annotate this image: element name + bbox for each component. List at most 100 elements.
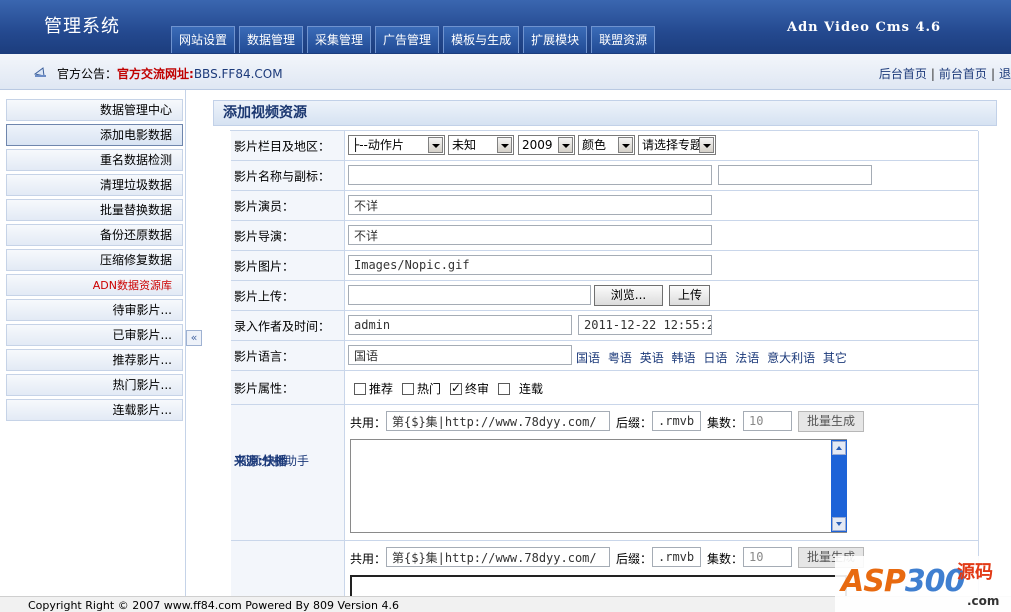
year-select-value: 2009 [522, 138, 553, 152]
row-body: 推荐 热门 终审 连载 [346, 371, 979, 404]
nav-tab-ads[interactable]: 广告管理 [375, 26, 440, 53]
serialized-checkbox[interactable]: 连载 [498, 380, 543, 397]
app-title: 管理系统 [44, 16, 120, 37]
logo-brand-b: 300 [904, 564, 966, 599]
image-path-input[interactable] [348, 255, 712, 275]
language-option-link[interactable]: 其它 [823, 351, 847, 365]
sidebar-item-compact-repair[interactable]: 压缩修复数据 [6, 249, 183, 271]
nav-tab-collection[interactable]: 采集管理 [307, 26, 372, 53]
time-input[interactable] [578, 315, 712, 335]
row-category: 影片栏目及地区： ├--动作片 未知 2009 颜色 请选择专题 [231, 131, 979, 161]
notice-bar: 官方公告：官方交流网址:BBS.FF84.COM 后台首页 | 前台首页 | 退 [0, 54, 1011, 90]
video-analysis-helper-link[interactable]: 视频分析助手 [237, 451, 309, 471]
logo-brand-cn: 源码 [957, 562, 993, 583]
nav-tab-templates[interactable]: 模板与生成 [443, 26, 520, 53]
language-option-link[interactable]: 韩语 [672, 351, 696, 365]
author-label: 录入作者及时间： [234, 319, 331, 333]
row-label: 影片属性： [231, 371, 345, 404]
topic-select[interactable]: 请选择专题 [638, 135, 716, 155]
category-select-value: ├--动作片 [352, 138, 404, 152]
row-body: 国语 粤语 英语 韩语 日语 法语 意大利语 其它 [346, 341, 979, 370]
language-option-link[interactable]: 日语 [703, 351, 727, 365]
collapse-sidebar-button[interactable]: « [186, 330, 202, 346]
sidebar-item-clean-junk[interactable]: 清理垃圾数据 [6, 174, 183, 196]
category-select[interactable]: ├--动作片 [348, 135, 445, 155]
front-home-link[interactable]: 前台首页 [939, 67, 987, 81]
sidebar-item-backup-restore[interactable]: 备份还原数据 [6, 224, 183, 246]
director-input[interactable] [348, 225, 712, 245]
row-body: ├--动作片 未知 2009 颜色 请选择专题 [346, 131, 979, 160]
logout-link[interactable]: 退 [999, 67, 1011, 81]
nav-tab-extensions[interactable]: 扩展模块 [523, 26, 588, 53]
language-option-link[interactable]: 国语 [576, 351, 600, 365]
upload-file-input[interactable] [348, 285, 591, 305]
sidebar-item-adn-library[interactable]: ADN数据资源库 [6, 274, 183, 296]
nav-tab-alliance[interactable]: 联盟资源 [591, 26, 656, 53]
episode-count-input[interactable] [743, 547, 792, 567]
scroll-down-icon[interactable] [832, 517, 846, 531]
recommend-checkbox[interactable]: 推荐 [354, 380, 393, 397]
recommend-checkbox-label: 推荐 [369, 382, 394, 396]
checkbox-checked-icon [450, 381, 462, 395]
suffix-input[interactable] [652, 411, 701, 431]
popular-checkbox[interactable]: 热门 [402, 380, 441, 397]
movie-subtitle-input[interactable] [718, 165, 872, 185]
dropdown-arrow-icon [497, 137, 512, 153]
color-select[interactable]: 颜色 [578, 135, 635, 155]
language-option-link[interactable]: 意大利语 [767, 351, 815, 365]
sidebar-item-serialized[interactable]: 连载影片... [6, 399, 183, 421]
sidebar-item-duplicate-check[interactable]: 重名数据检测 [6, 149, 183, 171]
sidebar-item-approved[interactable]: 已审影片... [6, 324, 183, 346]
row-body [346, 161, 979, 190]
shared-url-input[interactable] [386, 547, 610, 567]
panel-title: 添加视频资源 [213, 100, 997, 126]
row-label: 影片名称与副标： [231, 161, 345, 190]
language-input[interactable] [348, 345, 572, 365]
row-label: 影片上传： [231, 281, 345, 310]
logo-domain: .com [967, 594, 1000, 608]
row-author: 录入作者及时间： [231, 311, 979, 341]
episode-count-input[interactable] [743, 411, 792, 431]
popular-checkbox-label: 热门 [417, 382, 442, 396]
notice-url-link[interactable]: BBS.FF84.COM [194, 67, 283, 81]
author-input[interactable] [348, 315, 572, 335]
nav-tab-site-settings[interactable]: 网站设置 [171, 26, 236, 53]
language-option-link[interactable]: 粤语 [608, 351, 632, 365]
shared-url-input[interactable] [386, 411, 610, 431]
shared-label: 共用： [350, 552, 387, 566]
suffix-input[interactable] [652, 547, 701, 567]
actors-input[interactable] [348, 195, 712, 215]
image-label: 影片图片： [234, 259, 295, 273]
admin-home-link[interactable]: 后台首页 [879, 67, 927, 81]
region-select[interactable]: 未知 [448, 135, 514, 155]
row-body [346, 221, 979, 250]
asp300-watermark-logo: ASP300 源码 .com [835, 556, 1011, 612]
sidebar-item-data-center[interactable]: 数据管理中心 [6, 99, 183, 121]
count-label: 集数： [707, 552, 744, 566]
row-body [346, 191, 979, 220]
browse-button[interactable]: 浏览... [594, 285, 663, 306]
serialized-checkbox-label: 连载 [519, 382, 544, 396]
separator: | [990, 67, 995, 81]
year-select[interactable]: 2009 [518, 135, 575, 155]
movie-name-input[interactable] [348, 165, 712, 185]
notice-link-label: 官方交流网址: [117, 67, 194, 81]
row-label: 影片语言： [231, 341, 345, 370]
sidebar-item-popular[interactable]: 热门影片... [6, 374, 183, 396]
language-option-link[interactable]: 法语 [735, 351, 759, 365]
scroll-up-icon[interactable] [832, 441, 846, 455]
sidebar-item-recommended[interactable]: 推荐影片... [6, 349, 183, 371]
episode-list-textarea[interactable] [350, 439, 847, 533]
nav-tab-data-management[interactable]: 数据管理 [239, 26, 304, 53]
top-header: 管理系统 网站设置 数据管理 采集管理 广告管理 模板与生成 扩展模块 联盟资源… [0, 0, 1011, 54]
row-name: 影片名称与副标： [231, 161, 979, 191]
textarea-scrollbar[interactable] [831, 440, 847, 532]
final-review-checkbox[interactable]: 终审 [450, 380, 489, 397]
upload-button[interactable]: 上传 [669, 285, 710, 306]
language-option-link[interactable]: 英语 [640, 351, 664, 365]
batch-generate-button[interactable]: 批量生成 [798, 411, 865, 432]
row-label [231, 541, 345, 601]
sidebar-item-batch-replace[interactable]: 批量替换数据 [6, 199, 183, 221]
sidebar-item-add-movie[interactable]: 添加电影数据 [6, 124, 183, 146]
sidebar-item-pending[interactable]: 待审影片... [6, 299, 183, 321]
